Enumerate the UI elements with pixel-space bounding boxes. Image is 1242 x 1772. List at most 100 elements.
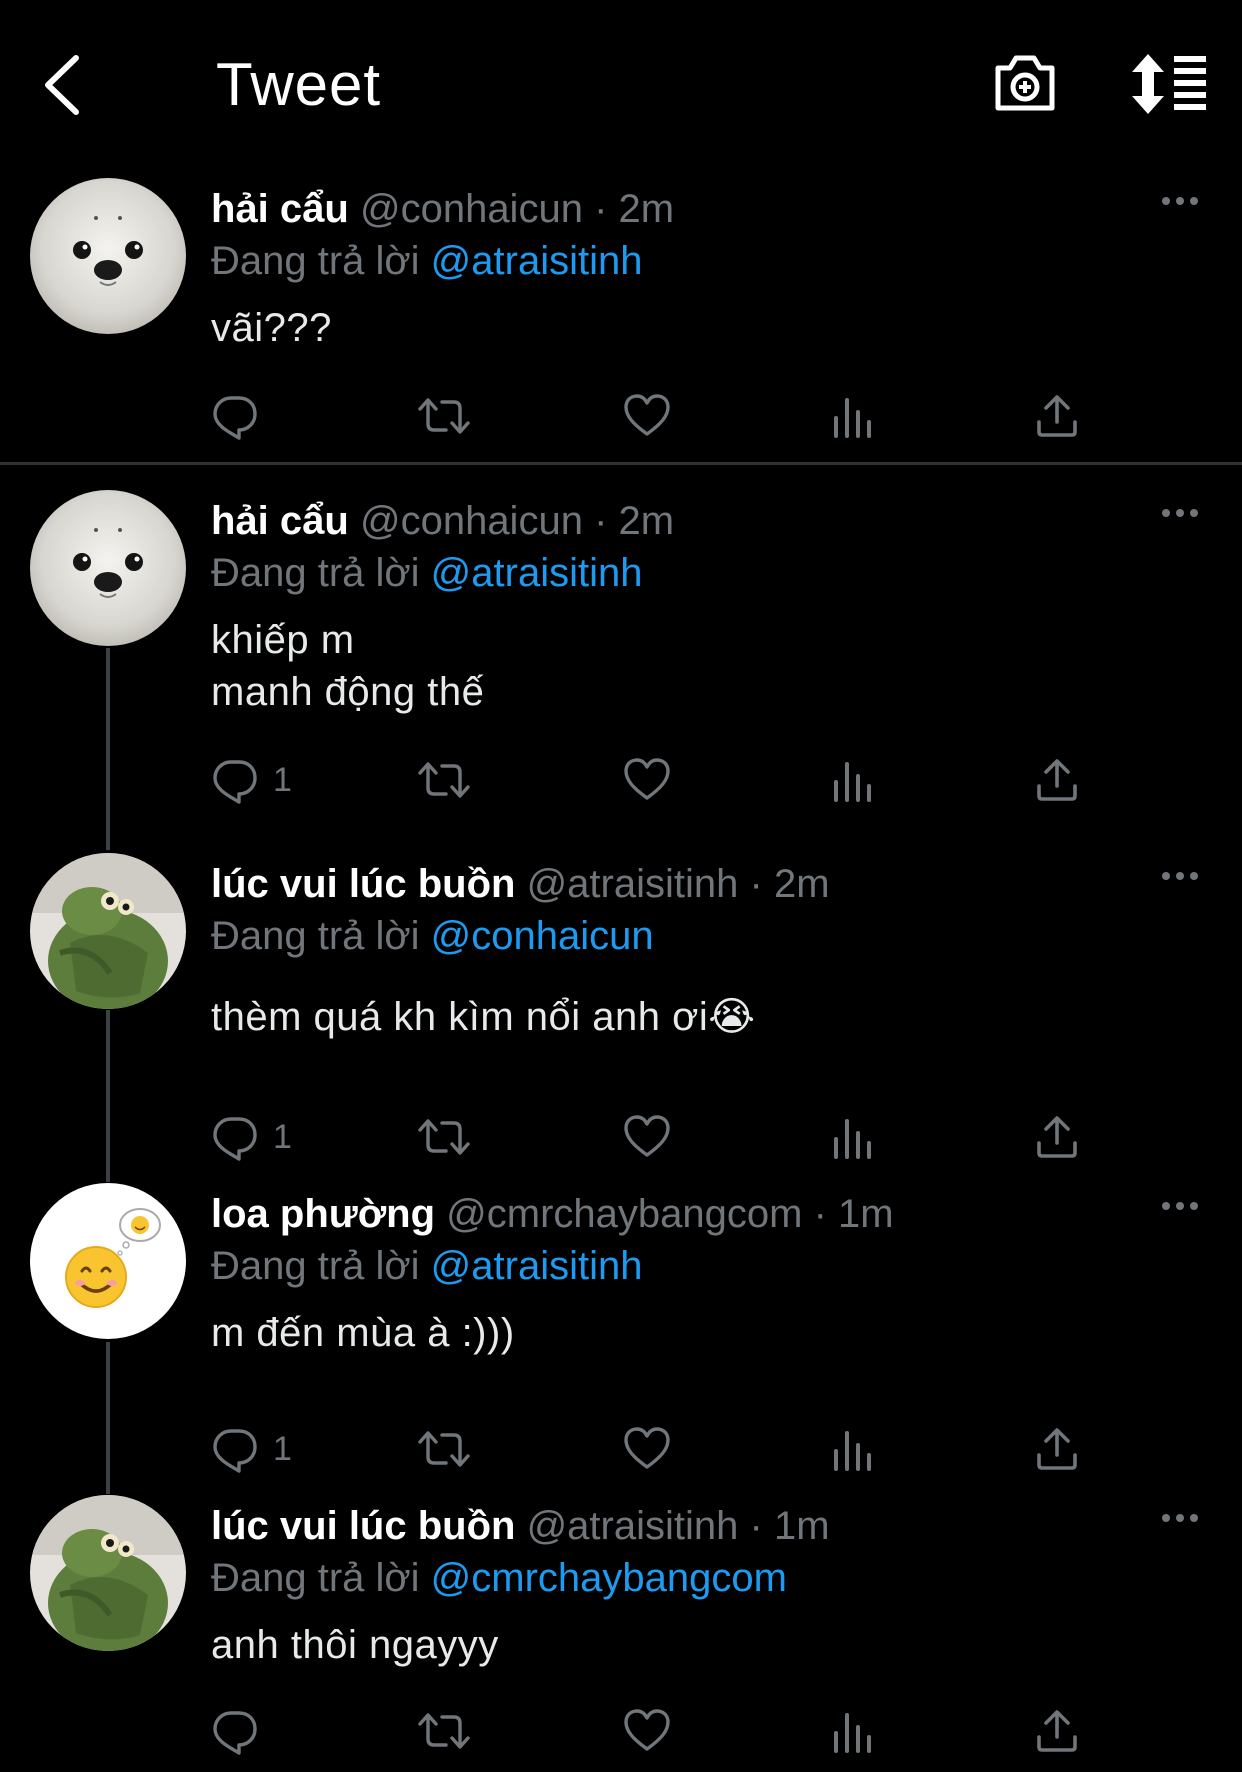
avatar[interactable] bbox=[30, 1495, 186, 1651]
timestamp: 2m bbox=[618, 499, 675, 543]
tweet-header: hải cẩu @conhaicun · 2m bbox=[211, 184, 674, 234]
replying-to: Đang trả lời @conhaicun bbox=[211, 911, 654, 961]
reply-count: 1 bbox=[273, 1429, 292, 1468]
avatar[interactable] bbox=[30, 490, 186, 646]
display-name[interactable]: loa phường bbox=[211, 1192, 435, 1236]
mention-link[interactable]: @atraisitinh bbox=[431, 1244, 643, 1288]
like-button[interactable] bbox=[623, 1701, 671, 1761]
share-button[interactable] bbox=[1033, 1107, 1081, 1167]
more-icon bbox=[1160, 1503, 1200, 1533]
more-button[interactable] bbox=[1160, 1191, 1200, 1221]
avatar[interactable] bbox=[30, 178, 186, 334]
separator-dot: · bbox=[813, 1192, 827, 1236]
display-name[interactable]: hải cẩu bbox=[211, 187, 349, 231]
mention-link[interactable]: @conhaicun bbox=[431, 914, 654, 958]
more-icon bbox=[1160, 861, 1200, 891]
retweet-icon bbox=[416, 1113, 472, 1161]
reply-icon bbox=[211, 392, 259, 440]
tweet-text: m đến mùa à :))) bbox=[211, 1311, 515, 1355]
share-button[interactable] bbox=[1033, 750, 1081, 810]
separator-dot: · bbox=[749, 862, 763, 906]
mention-link[interactable]: @atraisitinh bbox=[431, 551, 643, 595]
replying-to-label: Đang trả lời bbox=[211, 914, 420, 958]
tweet[interactable]: lúc vui lúc buồn @atraisitinh · 1m Đang … bbox=[0, 1495, 1242, 1772]
reply-icon bbox=[211, 1707, 259, 1755]
like-button[interactable] bbox=[623, 750, 671, 810]
like-icon bbox=[623, 392, 671, 440]
replying-to: Đang trả lời @cmrchaybangcom bbox=[211, 1553, 787, 1603]
display-name[interactable]: lúc vui lúc buồn bbox=[211, 862, 515, 906]
retweet-button[interactable] bbox=[416, 1701, 472, 1761]
tweet[interactable]: lúc vui lúc buồn @atraisitinh · 2m Đang … bbox=[0, 853, 1242, 1173]
user-handle[interactable]: @atraisitinh bbox=[527, 1504, 739, 1548]
share-icon bbox=[1033, 1425, 1081, 1473]
share-button[interactable] bbox=[1033, 386, 1081, 446]
more-button[interactable] bbox=[1160, 498, 1200, 528]
like-button[interactable] bbox=[623, 1419, 671, 1479]
display-name[interactable]: lúc vui lúc buồn bbox=[211, 1504, 515, 1548]
retweet-icon bbox=[416, 392, 472, 440]
retweet-button[interactable] bbox=[416, 386, 472, 446]
retweet-icon bbox=[416, 756, 472, 804]
views-icon bbox=[828, 1113, 876, 1161]
like-icon bbox=[623, 756, 671, 804]
retweet-button[interactable] bbox=[416, 750, 472, 810]
views-button[interactable] bbox=[828, 386, 876, 446]
more-button[interactable] bbox=[1160, 186, 1200, 216]
sort-button[interactable] bbox=[1130, 54, 1210, 114]
back-button[interactable] bbox=[40, 50, 90, 120]
like-icon bbox=[623, 1707, 671, 1755]
tweet[interactable]: loa phường @cmrchaybangcom · 1m Đang trả… bbox=[0, 1183, 1242, 1483]
reply-count: 1 bbox=[273, 760, 292, 799]
reply-button[interactable] bbox=[211, 1701, 273, 1761]
camera-button[interactable] bbox=[992, 50, 1058, 116]
sort-icon bbox=[1132, 54, 1206, 114]
like-button[interactable] bbox=[623, 386, 671, 446]
replying-to: Đang trả lời @atraisitinh bbox=[211, 1241, 642, 1291]
reply-button[interactable]: 1 bbox=[211, 750, 292, 810]
more-icon bbox=[1160, 498, 1200, 528]
more-button[interactable] bbox=[1160, 1503, 1200, 1533]
user-handle[interactable]: @conhaicun bbox=[360, 499, 583, 543]
retweet-icon bbox=[416, 1707, 472, 1755]
replying-to-label: Đang trả lời bbox=[211, 1244, 420, 1288]
user-handle[interactable]: @conhaicun bbox=[360, 187, 583, 231]
views-button[interactable] bbox=[828, 1107, 876, 1167]
like-button[interactable] bbox=[623, 1107, 671, 1167]
user-handle[interactable]: @atraisitinh bbox=[527, 862, 739, 906]
views-button[interactable] bbox=[828, 750, 876, 810]
avatar[interactable] bbox=[30, 853, 186, 1009]
reply-button[interactable]: 1 bbox=[211, 1419, 292, 1479]
replying-to-label: Đang trả lời bbox=[211, 551, 420, 595]
views-button[interactable] bbox=[828, 1701, 876, 1761]
display-name[interactable]: hải cẩu bbox=[211, 499, 349, 543]
reply-button[interactable]: 1 bbox=[211, 1107, 292, 1167]
timestamp: 1m bbox=[773, 1504, 830, 1548]
more-icon bbox=[1160, 186, 1200, 216]
replying-to: Đang trả lời @atraisitinh bbox=[211, 548, 642, 598]
replying-to-label: Đang trả lời bbox=[211, 1556, 420, 1600]
share-button[interactable] bbox=[1033, 1701, 1081, 1761]
views-icon bbox=[828, 392, 876, 440]
more-button[interactable] bbox=[1160, 861, 1200, 891]
mention-link[interactable]: @atraisitinh bbox=[431, 239, 643, 283]
retweet-button[interactable] bbox=[416, 1419, 472, 1479]
avatar[interactable] bbox=[30, 1183, 186, 1339]
mention-link[interactable]: @cmrchaybangcom bbox=[431, 1556, 787, 1600]
user-handle[interactable]: @cmrchaybangcom bbox=[446, 1192, 802, 1236]
views-icon bbox=[828, 1707, 876, 1755]
retweet-button[interactable] bbox=[416, 1107, 472, 1167]
views-icon bbox=[828, 756, 876, 804]
share-button[interactable] bbox=[1033, 1419, 1081, 1479]
tweet[interactable]: hải cẩu @conhaicun · 2m Đang trả lời @at… bbox=[0, 490, 1242, 830]
views-button[interactable] bbox=[828, 1419, 876, 1479]
reply-icon bbox=[211, 1425, 259, 1473]
timestamp: 2m bbox=[618, 187, 675, 231]
reply-button[interactable] bbox=[211, 386, 273, 446]
timestamp: 2m bbox=[773, 862, 830, 906]
page-title: Tweet bbox=[216, 51, 382, 118]
tweet[interactable]: hải cẩu @conhaicun · 2m Đang trả lời @at… bbox=[0, 178, 1242, 458]
share-icon bbox=[1033, 756, 1081, 804]
share-icon bbox=[1033, 1113, 1081, 1161]
timestamp: 1m bbox=[838, 1192, 894, 1236]
